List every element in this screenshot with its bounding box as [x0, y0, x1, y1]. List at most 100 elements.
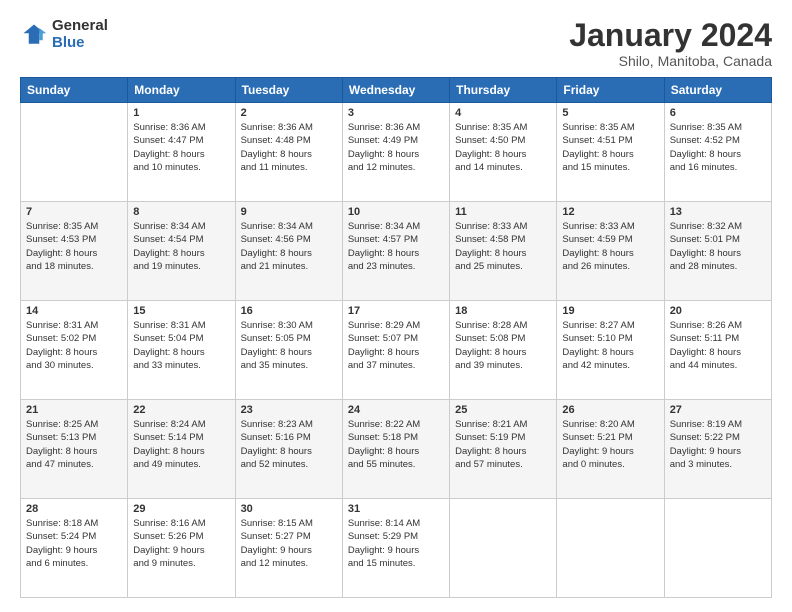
calendar-cell: 11Sunrise: 8:33 AM Sunset: 4:58 PM Dayli… [450, 202, 557, 301]
calendar-cell: 15 Sunrise: 8:31 AM Sunset: 5:04 PM Dayli… [128, 301, 235, 400]
calendar-week-1: 1Sunrise: 8:36 AM Sunset: 4:47 PM Daylig… [21, 103, 772, 202]
day-number: 21 [26, 404, 122, 416]
calendar-cell: 17 Sunrise: 8:29 AM Sunset: 5:07 PM Dayli… [342, 301, 449, 400]
calendar-cell: 21 Sunrise: 8:25 AM Sunset: 5:13 PM Dayli… [21, 400, 128, 499]
calendar-cell [21, 103, 128, 202]
col-thursday: Thursday [450, 78, 557, 103]
day-info: Sunrise: 8:27 AM Sunset: 5:10 PM Dayligh… [562, 319, 658, 372]
day-number: 8 [133, 206, 229, 218]
day-info: Sunrise: 8:29 AM Sunset: 5:07 PM Dayligh… [348, 319, 444, 372]
calendar-cell: 29 Sunrise: 8:16 AM Sunset: 5:26 PM Dayli… [128, 499, 235, 598]
day-number: 17 [348, 305, 444, 317]
day-info: Sunrise: 8:31 AM Sunset: 5:02 PM Dayligh… [26, 319, 122, 372]
calendar-cell: 26Sunrise: 8:20 AM Sunset: 5:21 PM Dayli… [557, 400, 664, 499]
day-number: 19 [562, 305, 658, 317]
calendar-table: Sunday Monday Tuesday Wednesday Thursday… [20, 77, 772, 598]
logo-blue-text: Blue [52, 35, 108, 52]
day-info: Sunrise: 8:19 AM Sunset: 5:22 PM Dayligh… [670, 418, 766, 471]
day-number: 6 [670, 107, 766, 119]
day-number: 10 [348, 206, 444, 218]
logo-general-text: General [52, 18, 108, 35]
day-number: 20 [670, 305, 766, 317]
day-info: Sunrise: 8:25 AM Sunset: 5:13 PM Dayligh… [26, 418, 122, 471]
day-info: Sunrise: 8:34 AM Sunset: 4:54 PM Dayligh… [133, 220, 229, 273]
day-info: Sunrise: 8:28 AM Sunset: 5:08 PM Dayligh… [455, 319, 551, 372]
day-number: 11 [455, 206, 551, 218]
title-block: January 2024 Shilo, Manitoba, Canada [569, 18, 772, 69]
day-info: Sunrise: 8:22 AM Sunset: 5:18 PM Dayligh… [348, 418, 444, 471]
calendar-cell: 20Sunrise: 8:26 AM Sunset: 5:11 PM Dayli… [664, 301, 771, 400]
day-info: Sunrise: 8:34 AM Sunset: 4:57 PM Dayligh… [348, 220, 444, 273]
day-info: Sunrise: 8:35 AM Sunset: 4:50 PM Dayligh… [455, 121, 551, 174]
day-info: Sunrise: 8:36 AM Sunset: 4:49 PM Dayligh… [348, 121, 444, 174]
day-number: 22 [133, 404, 229, 416]
calendar-week-4: 21 Sunrise: 8:25 AM Sunset: 5:13 PM Dayli… [21, 400, 772, 499]
day-number: 9 [241, 206, 337, 218]
day-number: 31 [348, 503, 444, 515]
logo: General Blue [20, 18, 108, 51]
day-number: 25 [455, 404, 551, 416]
calendar-cell: 24 Sunrise: 8:22 AM Sunset: 5:18 PM Dayli… [342, 400, 449, 499]
day-number: 16 [241, 305, 337, 317]
header-row: Sunday Monday Tuesday Wednesday Thursday… [21, 78, 772, 103]
day-info: Sunrise: 8:31 AM Sunset: 5:04 PM Dayligh… [133, 319, 229, 372]
col-tuesday: Tuesday [235, 78, 342, 103]
calendar-cell: 31Sunrise: 8:14 AM Sunset: 5:29 PM Dayli… [342, 499, 449, 598]
col-monday: Monday [128, 78, 235, 103]
day-number: 29 [133, 503, 229, 515]
day-info: Sunrise: 8:24 AM Sunset: 5:14 PM Dayligh… [133, 418, 229, 471]
col-sunday: Sunday [21, 78, 128, 103]
day-number: 14 [26, 305, 122, 317]
day-info: Sunrise: 8:34 AM Sunset: 4:56 PM Dayligh… [241, 220, 337, 273]
col-saturday: Saturday [664, 78, 771, 103]
calendar-cell: 12Sunrise: 8:33 AM Sunset: 4:59 PM Dayli… [557, 202, 664, 301]
day-info: Sunrise: 8:30 AM Sunset: 5:05 PM Dayligh… [241, 319, 337, 372]
logo-icon [20, 21, 48, 49]
calendar-cell: 30 Sunrise: 8:15 AM Sunset: 5:27 PM Dayli… [235, 499, 342, 598]
day-info: Sunrise: 8:16 AM Sunset: 5:26 PM Dayligh… [133, 517, 229, 570]
day-number: 27 [670, 404, 766, 416]
calendar-cell [557, 499, 664, 598]
calendar-cell: 9 Sunrise: 8:34 AM Sunset: 4:56 PM Daylig… [235, 202, 342, 301]
calendar-cell: 25 Sunrise: 8:21 AM Sunset: 5:19 PM Dayli… [450, 400, 557, 499]
calendar-cell [664, 499, 771, 598]
calendar-cell: 14 Sunrise: 8:31 AM Sunset: 5:02 PM Dayli… [21, 301, 128, 400]
day-number: 2 [241, 107, 337, 119]
calendar-cell: 2 Sunrise: 8:36 AM Sunset: 4:48 PM Daylig… [235, 103, 342, 202]
day-number: 30 [241, 503, 337, 515]
day-number: 4 [455, 107, 551, 119]
day-info: Sunrise: 8:15 AM Sunset: 5:27 PM Dayligh… [241, 517, 337, 570]
day-number: 13 [670, 206, 766, 218]
logo-text: General Blue [52, 18, 108, 51]
day-info: Sunrise: 8:36 AM Sunset: 4:48 PM Dayligh… [241, 121, 337, 174]
calendar-week-2: 7Sunrise: 8:35 AM Sunset: 4:53 PM Daylig… [21, 202, 772, 301]
calendar-cell [450, 499, 557, 598]
day-info: Sunrise: 8:35 AM Sunset: 4:53 PM Dayligh… [26, 220, 122, 273]
calendar-cell: 3Sunrise: 8:36 AM Sunset: 4:49 PM Daylig… [342, 103, 449, 202]
calendar-cell: 23Sunrise: 8:23 AM Sunset: 5:16 PM Dayli… [235, 400, 342, 499]
day-info: Sunrise: 8:32 AM Sunset: 5:01 PM Dayligh… [670, 220, 766, 273]
calendar-cell: 7Sunrise: 8:35 AM Sunset: 4:53 PM Daylig… [21, 202, 128, 301]
calendar-cell: 22 Sunrise: 8:24 AM Sunset: 5:14 PM Dayli… [128, 400, 235, 499]
calendar-cell: 19 Sunrise: 8:27 AM Sunset: 5:10 PM Dayli… [557, 301, 664, 400]
day-info: Sunrise: 8:35 AM Sunset: 4:51 PM Dayligh… [562, 121, 658, 174]
day-number: 24 [348, 404, 444, 416]
day-number: 18 [455, 305, 551, 317]
calendar-week-3: 14 Sunrise: 8:31 AM Sunset: 5:02 PM Dayli… [21, 301, 772, 400]
day-number: 5 [562, 107, 658, 119]
day-info: Sunrise: 8:21 AM Sunset: 5:19 PM Dayligh… [455, 418, 551, 471]
day-info: Sunrise: 8:33 AM Sunset: 4:59 PM Dayligh… [562, 220, 658, 273]
calendar-cell: 18 Sunrise: 8:28 AM Sunset: 5:08 PM Dayli… [450, 301, 557, 400]
calendar-cell: 4 Sunrise: 8:35 AM Sunset: 4:50 PM Daylig… [450, 103, 557, 202]
day-info: Sunrise: 8:23 AM Sunset: 5:16 PM Dayligh… [241, 418, 337, 471]
location-subtitle: Shilo, Manitoba, Canada [569, 53, 772, 69]
col-wednesday: Wednesday [342, 78, 449, 103]
calendar-cell: 27 Sunrise: 8:19 AM Sunset: 5:22 PM Dayli… [664, 400, 771, 499]
col-friday: Friday [557, 78, 664, 103]
day-info: Sunrise: 8:20 AM Sunset: 5:21 PM Dayligh… [562, 418, 658, 471]
month-title: January 2024 [569, 18, 772, 53]
page: General Blue January 2024 Shilo, Manitob… [0, 0, 792, 612]
header: General Blue January 2024 Shilo, Manitob… [20, 18, 772, 69]
day-number: 15 [133, 305, 229, 317]
day-info: Sunrise: 8:36 AM Sunset: 4:47 PM Dayligh… [133, 121, 229, 174]
